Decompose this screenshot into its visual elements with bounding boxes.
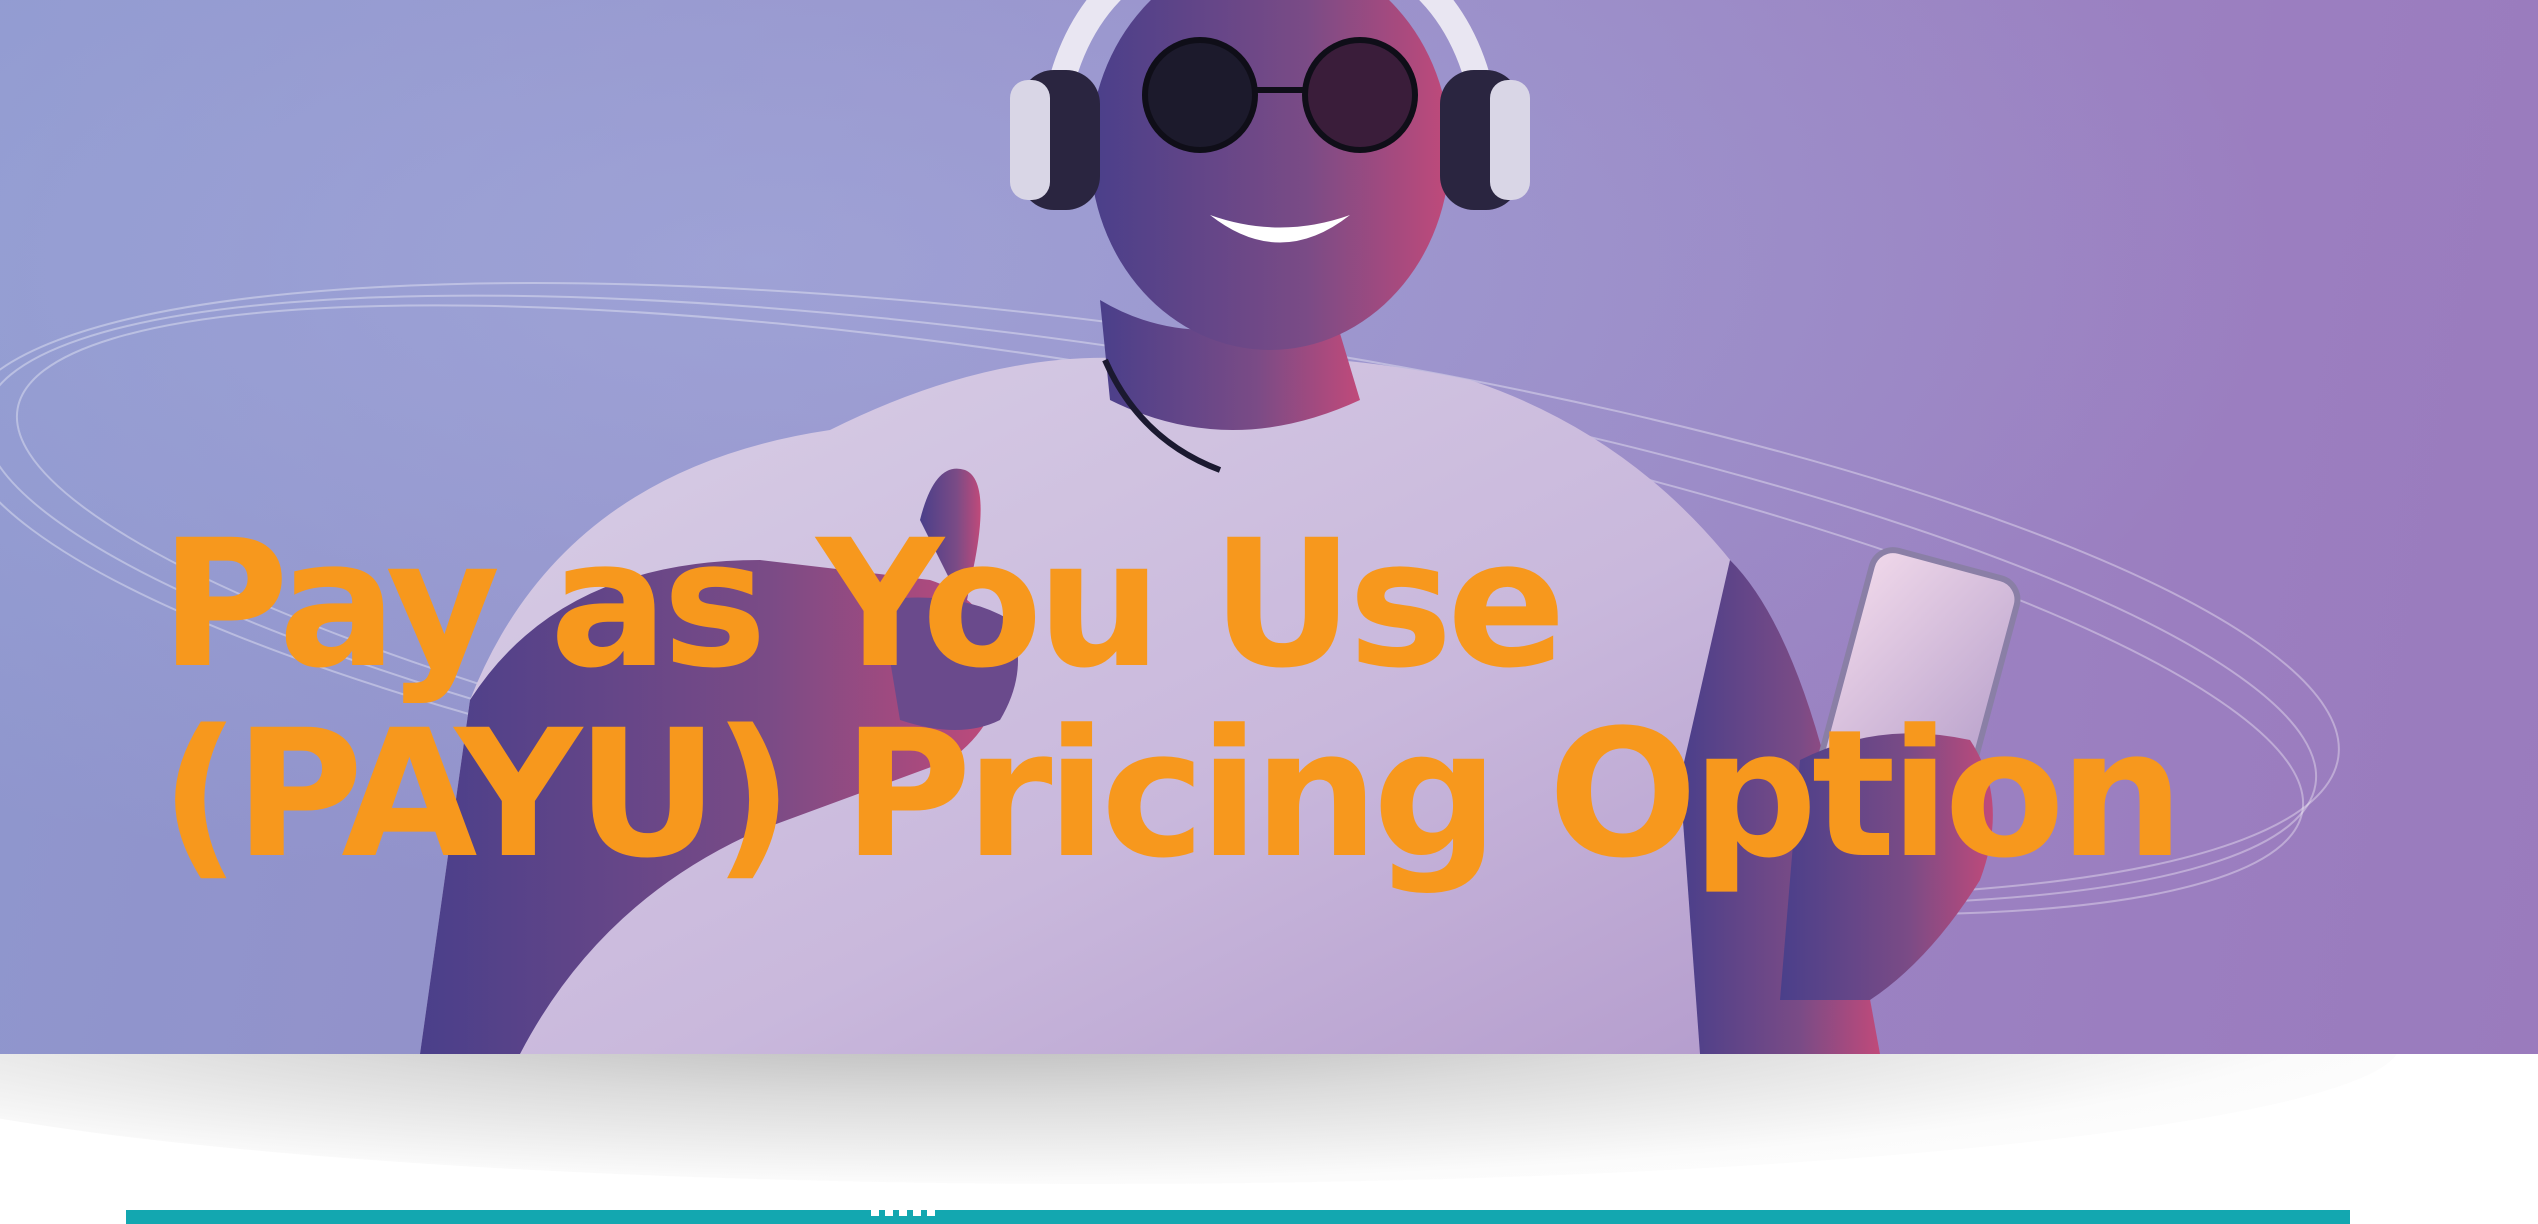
hero-banner: Pay as You Use (PAYU) Pricing Option — [0, 0, 2538, 1054]
drop-shadow-shape — [0, 1054, 2400, 1184]
headline-line-2: (PAYU) Pricing Option — [160, 692, 2184, 897]
shadow-divider — [0, 1054, 2538, 1209]
headline: Pay as You Use (PAYU) Pricing Option — [160, 502, 2184, 897]
headline-line-1: Pay as You Use — [160, 502, 1566, 707]
dots-decoration — [871, 1210, 941, 1216]
accent-bar — [126, 1210, 2350, 1224]
